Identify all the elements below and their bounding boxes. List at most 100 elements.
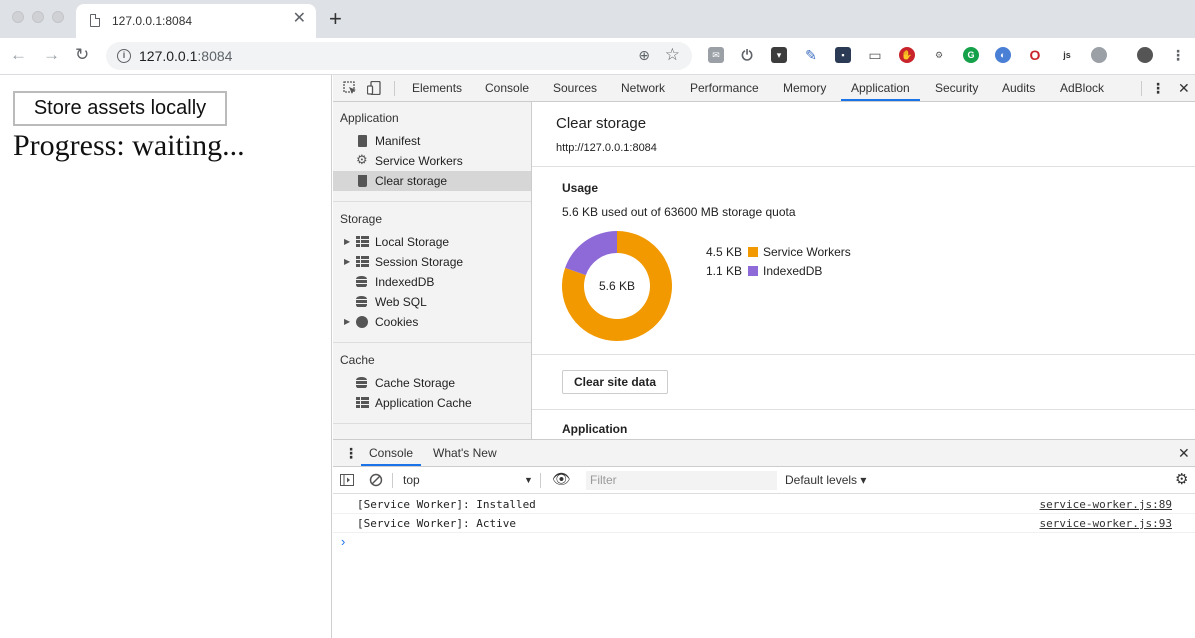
- sidebar-item-local-storage[interactable]: ▶ Local Storage: [333, 232, 531, 252]
- close-drawer-icon[interactable]: ✕: [1178, 440, 1190, 466]
- device-toolbar-icon[interactable]: [367, 81, 381, 95]
- console-message-text: [Service Worker]: Installed: [357, 498, 536, 511]
- gear-icon: ⚙: [356, 152, 368, 167]
- console-filter-input[interactable]: Filter: [586, 471, 777, 490]
- sidebar-heading-storage: Storage: [340, 212, 383, 226]
- url-text[interactable]: 127.0.0.1:8084: [139, 48, 232, 64]
- drawer-tab-console[interactable]: Console: [361, 440, 422, 466]
- sidebar-item-manifest[interactable]: Manifest: [333, 131, 531, 151]
- donut-center-label: 5.6 KB: [599, 279, 635, 293]
- legend-value: 1.1 KB: [706, 264, 743, 278]
- dropdown-arrow-icon[interactable]: ▼: [524, 467, 533, 493]
- js-extension-icon[interactable]: js: [1059, 47, 1075, 63]
- minimize-window-button[interactable]: [32, 11, 44, 23]
- close-devtools-icon[interactable]: ✕: [1178, 75, 1190, 101]
- database-icon: [356, 276, 367, 288]
- grammarly-extension-icon[interactable]: G: [963, 47, 979, 63]
- document-icon: [358, 135, 367, 147]
- back-arrow-icon[interactable]: ←: [10, 46, 27, 64]
- tab-sources[interactable]: Sources: [553, 75, 597, 101]
- console-message-text: [Service Worker]: Active: [357, 517, 516, 530]
- zoom-icon[interactable]: ⊕: [638, 47, 650, 64]
- devtools-menu-icon[interactable]: ⋮: [1151, 75, 1165, 101]
- table-icon: [356, 236, 369, 248]
- chat-extension-icon[interactable]: [1091, 47, 1107, 63]
- profile-avatar[interactable]: [1137, 47, 1153, 63]
- origin-url: http://127.0.0.1:8084: [556, 142, 657, 154]
- forward-arrow-icon[interactable]: →: [43, 46, 60, 64]
- eye-icon[interactable]: 👁: [552, 467, 571, 493]
- expand-arrow-icon[interactable]: ▶: [344, 312, 350, 332]
- power-extension-icon[interactable]: ⏻: [739, 47, 755, 63]
- sidebar-item-application-cache[interactable]: Application Cache: [333, 393, 531, 413]
- console-prompt[interactable]: ›: [341, 534, 345, 549]
- tab-security[interactable]: Security: [935, 75, 978, 101]
- page-icon: [90, 14, 100, 27]
- log-levels-dropdown[interactable]: Default levels ▾: [785, 467, 866, 493]
- sidebar-item-service-workers[interactable]: ⚙ Service Workers: [333, 151, 531, 171]
- tab-audits[interactable]: Audits: [1002, 75, 1035, 101]
- pocket-extension-icon[interactable]: ▾: [771, 47, 787, 63]
- tab-elements[interactable]: Elements: [412, 75, 462, 101]
- store-assets-button[interactable]: Store assets locally: [13, 91, 227, 126]
- bookmark-star-icon[interactable]: ☆: [665, 45, 680, 65]
- sidebar-heading-cache: Cache: [340, 353, 375, 367]
- maximize-window-button[interactable]: [52, 11, 64, 23]
- progress-text: Progress: waiting...: [13, 129, 245, 162]
- chrome-menu-icon[interactable]: ⋮: [1170, 47, 1186, 63]
- opera-extension-icon[interactable]: O: [1027, 47, 1043, 63]
- console-settings-gear-icon[interactable]: ⚙: [1175, 467, 1188, 493]
- expand-arrow-icon[interactable]: ▶: [344, 252, 350, 272]
- drawer-tab-whats-new[interactable]: What's New: [433, 440, 497, 466]
- sidebar-item-cookies[interactable]: ▶ Cookies: [333, 312, 531, 332]
- console-source-link[interactable]: service-worker.js:93: [1040, 514, 1172, 533]
- section-divider: [532, 354, 1195, 355]
- screen-extension-icon[interactable]: ▪: [835, 47, 851, 63]
- drawer-tab-bar: ⋮ Console What's New ✕: [333, 440, 1195, 467]
- inspect-element-icon[interactable]: [343, 81, 357, 95]
- clear-storage-panel: Clear storage http://127.0.0.1:8084 Usag…: [532, 102, 1195, 439]
- adblock-extension-icon[interactable]: ✋: [899, 47, 915, 63]
- sidebar-divider: [333, 342, 531, 343]
- sidebar-heading-application: Application: [340, 111, 399, 125]
- sidebar-item-indexeddb[interactable]: IndexedDB: [333, 272, 531, 292]
- reload-icon[interactable]: ↻: [75, 46, 89, 64]
- window-extension-icon[interactable]: ▭: [867, 47, 883, 63]
- sidebar-item-clear-storage[interactable]: Clear storage: [333, 171, 531, 191]
- context-selector[interactable]: top: [403, 467, 420, 493]
- toolbar-divider: [540, 473, 541, 488]
- close-tab-icon[interactable]: ✕: [293, 11, 306, 27]
- tab-application[interactable]: Application: [841, 75, 920, 101]
- toolbar-divider: [392, 473, 393, 488]
- devtools-panel: Elements Console Sources Network Perform…: [333, 75, 1195, 638]
- console-message: [Service Worker]: Active service-worker.…: [333, 514, 1195, 533]
- sidebar-item-cache-storage[interactable]: Cache Storage: [333, 373, 531, 393]
- sidebar-item-web-sql[interactable]: Web SQL: [333, 292, 531, 312]
- toolbar-divider: [394, 81, 395, 96]
- tab-console[interactable]: Console: [485, 75, 529, 101]
- application-heading: Application: [562, 422, 628, 436]
- site-info-icon[interactable]: i: [117, 49, 131, 63]
- address-bar[interactable]: i 127.0.0.1:8084 ⊕ ☆: [106, 42, 692, 70]
- expand-arrow-icon[interactable]: ▶: [344, 232, 350, 252]
- drawer-menu-icon[interactable]: ⋮: [344, 440, 358, 466]
- proxy-extension-icon[interactable]: ⚙: [931, 47, 947, 63]
- clear-console-icon[interactable]: [369, 473, 383, 487]
- mail-extension-icon[interactable]: ✉: [708, 47, 724, 63]
- browser-tab[interactable]: 127.0.0.1:8084 ✕: [76, 4, 316, 38]
- globe-extension-icon[interactable]: ◐: [995, 47, 1011, 63]
- clear-site-data-button[interactable]: Clear site data: [562, 370, 668, 394]
- console-source-link[interactable]: service-worker.js:89: [1040, 495, 1172, 514]
- section-divider: [532, 409, 1195, 410]
- tab-adblock[interactable]: AdBlock: [1060, 75, 1104, 101]
- sidebar-toggle-icon[interactable]: [340, 473, 354, 487]
- tab-network[interactable]: Network: [621, 75, 665, 101]
- sidebar-item-session-storage[interactable]: ▶ Session Storage: [333, 252, 531, 272]
- new-tab-button[interactable]: +: [329, 8, 342, 30]
- tab-performance[interactable]: Performance: [690, 75, 759, 101]
- close-window-button[interactable]: [12, 11, 24, 23]
- tab-memory[interactable]: Memory: [783, 75, 826, 101]
- page-content: Store assets locally Progress: waiting..…: [0, 75, 332, 638]
- eyedropper-extension-icon[interactable]: ✎: [803, 47, 819, 63]
- legend-swatch: [748, 266, 758, 276]
